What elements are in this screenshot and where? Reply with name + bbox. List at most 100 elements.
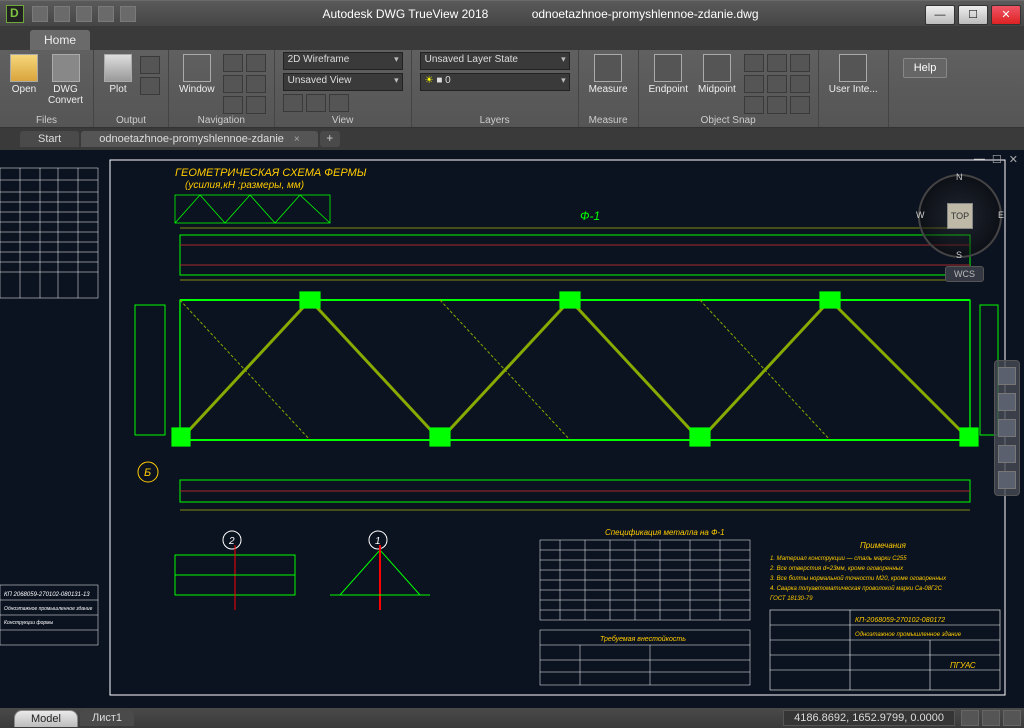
- help-button[interactable]: Help: [903, 58, 948, 78]
- tab-home[interactable]: Home: [30, 30, 90, 50]
- orbit-tool-icon[interactable]: [998, 445, 1016, 463]
- osnap-midpoint-button[interactable]: Midpoint: [696, 52, 738, 97]
- coordinate-readout: 4186.8692, 1652.9799, 0.0000: [783, 710, 955, 726]
- viewport-controls: — ☐ ✕: [974, 153, 1018, 166]
- layout-tab[interactable]: Лист1: [80, 710, 134, 726]
- svg-text:Конструкции формы: Конструкции формы: [4, 620, 54, 626]
- osnap-icon-9[interactable]: [790, 96, 810, 114]
- osnap-icon-5[interactable]: [767, 75, 787, 93]
- view-icon-3[interactable]: [329, 94, 349, 112]
- window-zoom-button[interactable]: Window: [177, 52, 217, 97]
- vp-close-icon[interactable]: ✕: [1009, 153, 1018, 166]
- status-icon-2[interactable]: [982, 710, 1000, 726]
- osnap-icon-6[interactable]: [790, 75, 810, 93]
- panel-output: Plot Output: [94, 50, 169, 127]
- status-icon-3[interactable]: [1003, 710, 1021, 726]
- dwg-convert-button[interactable]: DWG Convert: [46, 52, 85, 108]
- osnap-icon-7[interactable]: [744, 96, 764, 114]
- panel-measure: Measure Measure: [579, 50, 639, 127]
- endpoint-icon: [654, 54, 682, 82]
- midpoint-icon: [703, 54, 731, 82]
- svg-text:4. Сварка полуавтоматическая п: 4. Сварка полуавтоматическая проволокой …: [770, 585, 943, 592]
- status-bar: Model Лист1 4186.8692, 1652.9799, 0.0000: [0, 708, 1024, 728]
- app-icon[interactable]: [6, 5, 24, 23]
- folder-icon: [10, 54, 38, 82]
- view-icon-2[interactable]: [306, 94, 326, 112]
- plot-button[interactable]: Plot: [102, 52, 134, 97]
- svg-text:(усилия,кН ;размеры, мм): (усилия,кН ;размеры, мм): [185, 180, 304, 191]
- convert-icon: [52, 54, 80, 82]
- ribbon-tabs: Home: [0, 26, 1024, 50]
- ui-icon: [839, 54, 867, 82]
- user-interface-button[interactable]: User Inte...: [827, 52, 880, 97]
- page-setup-icon[interactable]: [140, 77, 160, 95]
- svg-text:ПГУАС: ПГУАС: [950, 661, 976, 670]
- svg-text:КП 2068059-270102-080131-13: КП 2068059-270102-080131-13: [4, 592, 90, 598]
- drawing-canvas[interactable]: КП 2068059-270102-080131-13 Одноэтажное …: [0, 150, 1024, 708]
- svg-text:Ф-1: Ф-1: [580, 209, 600, 223]
- quick-access-toolbar: [32, 6, 136, 22]
- qat-redo-icon[interactable]: [120, 6, 136, 22]
- close-button[interactable]: ✕: [991, 5, 1021, 25]
- zoom-tool-icon[interactable]: [998, 419, 1016, 437]
- osnap-endpoint-button[interactable]: Endpoint: [647, 52, 690, 97]
- plot-preview-icon[interactable]: [140, 56, 160, 74]
- svg-text:КП-2068059-270102-080172: КП-2068059-270102-080172: [855, 617, 945, 624]
- osnap-icon-4[interactable]: [744, 75, 764, 93]
- ribbon: Open DWG Convert Files Plot Output Windo…: [0, 50, 1024, 128]
- zoom-extents-icon[interactable]: [223, 75, 243, 93]
- panel-help: Help: [889, 50, 962, 127]
- panel-layers: Unsaved Layer State ☀ ■ 0 Layers: [412, 50, 579, 127]
- visual-style-dropdown[interactable]: 2D Wireframe: [283, 52, 403, 70]
- svg-text:Одноэтажное промышленное здани: Одноэтажное промышленное здание: [855, 632, 962, 638]
- vp-min-icon[interactable]: —: [974, 153, 985, 166]
- drawing-viewport[interactable]: — ☐ ✕ КП 2068059-270102-080131-13 Одноэт…: [0, 150, 1024, 708]
- nav-icon-a[interactable]: [223, 96, 243, 114]
- printer-icon: [104, 54, 132, 82]
- window-controls: — ☐ ✕: [925, 3, 1024, 25]
- svg-text:Б: Б: [144, 467, 151, 479]
- close-tab-icon[interactable]: ×: [294, 134, 300, 145]
- qat-undo-icon[interactable]: [98, 6, 114, 22]
- svg-text:ГОСТ 18130-79: ГОСТ 18130-79: [770, 596, 813, 602]
- window-title: Autodesk DWG TrueView 2018 odnoetazhnoe-…: [156, 7, 925, 21]
- saved-view-dropdown[interactable]: Unsaved View: [283, 73, 403, 91]
- maximize-button[interactable]: ☐: [958, 5, 988, 25]
- showmotion-icon[interactable]: [998, 471, 1016, 489]
- layer-state-dropdown[interactable]: Unsaved Layer State: [420, 52, 570, 70]
- nav-icon-b[interactable]: [246, 96, 266, 114]
- status-icon-1[interactable]: [961, 710, 979, 726]
- osnap-icon-2[interactable]: [767, 54, 787, 72]
- viewcube-top-face[interactable]: TOP: [947, 203, 973, 229]
- osnap-icon-3[interactable]: [790, 54, 810, 72]
- measure-button[interactable]: Measure: [587, 52, 630, 97]
- svg-text:Примечания: Примечания: [860, 541, 907, 550]
- model-tab[interactable]: Model: [14, 710, 78, 727]
- svg-text:3. Все болты нормальной точнос: 3. Все болты нормальной точности М20, кр…: [770, 575, 947, 582]
- zoom-prev-icon[interactable]: [246, 75, 266, 93]
- measure-icon: [594, 54, 622, 82]
- panel-navigation: Window Navigation: [169, 50, 275, 127]
- layer-dropdown[interactable]: ☀ ■ 0: [420, 73, 570, 91]
- qat-plot-icon[interactable]: [76, 6, 92, 22]
- tab-start[interactable]: Start: [20, 131, 79, 147]
- navwheel-icon[interactable]: [998, 367, 1016, 385]
- minimize-button[interactable]: —: [925, 5, 955, 25]
- osnap-icon-8[interactable]: [767, 96, 787, 114]
- orbit-icon[interactable]: [246, 54, 266, 72]
- wcs-badge[interactable]: WCS: [945, 266, 984, 282]
- open-button[interactable]: Open: [8, 52, 40, 97]
- qat-save-icon[interactable]: [54, 6, 70, 22]
- pan-icon[interactable]: [223, 54, 243, 72]
- view-icon-1[interactable]: [283, 94, 303, 112]
- tab-file[interactable]: odnoetazhnoe-promyshlennoe-zdanie×: [81, 131, 318, 147]
- pan-tool-icon[interactable]: [998, 393, 1016, 411]
- osnap-icon-1[interactable]: [744, 54, 764, 72]
- panel-userinterface: User Inte...: [819, 50, 889, 127]
- qat-open-icon[interactable]: [32, 6, 48, 22]
- add-tab-button[interactable]: +: [320, 131, 340, 147]
- svg-text:Одноэтажное промышленное здани: Одноэтажное промышленное здание: [4, 606, 93, 612]
- navigation-bar: [994, 360, 1020, 496]
- viewcube[interactable]: TOP N E S W: [918, 174, 1002, 258]
- vp-max-icon[interactable]: ☐: [992, 153, 1002, 166]
